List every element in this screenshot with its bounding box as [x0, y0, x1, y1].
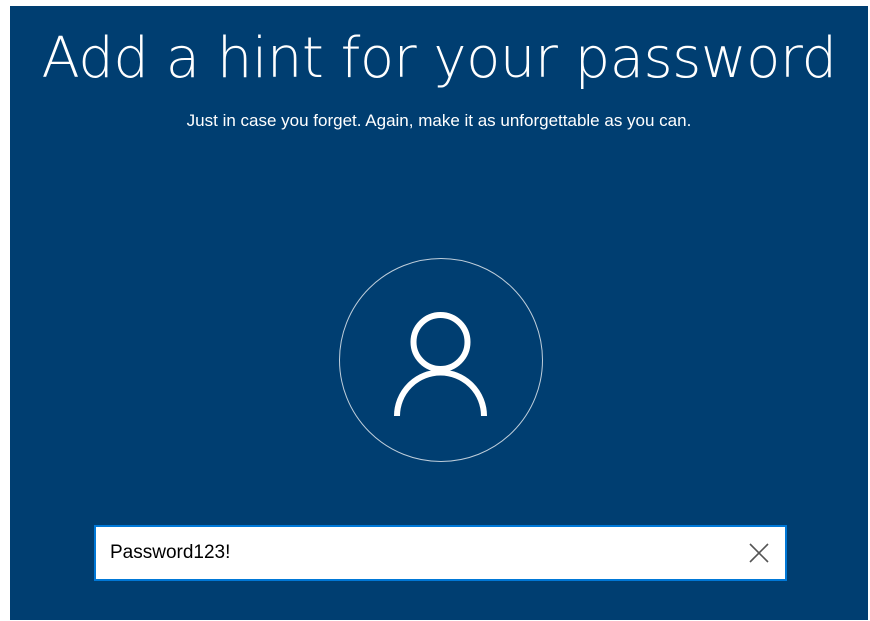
avatar: [339, 258, 543, 462]
password-hint-field[interactable]: [94, 525, 787, 581]
close-icon: [749, 543, 769, 563]
page-subtitle: Just in case you forget. Again, make it …: [186, 111, 692, 130]
password-hint-input[interactable]: [110, 527, 710, 579]
page-title: Add a hint for your password: [41, 26, 837, 91]
setup-screen: Add a hint for your password Just in cas…: [10, 6, 868, 620]
user-icon: [394, 312, 487, 417]
clear-button[interactable]: [745, 539, 773, 567]
